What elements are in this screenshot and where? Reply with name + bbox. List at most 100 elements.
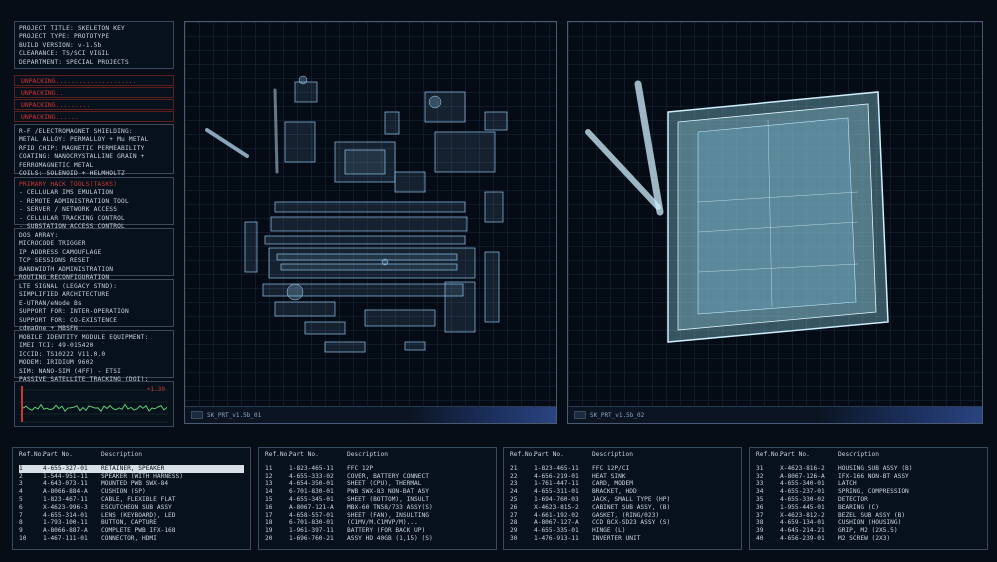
- ref-no-cell: 18: [265, 519, 273, 527]
- table-row[interactable]: 38 4-659-134-01 CUSHION (HOUSING): [756, 519, 981, 527]
- table-row[interactable]: 20 1-696-760-21 ASSY HD 40GB (1,15) (S): [265, 535, 490, 543]
- table-row[interactable]: 17 4-658-557-01 SHEET (FAN), INSULTING: [265, 512, 490, 520]
- description-cell: CARD, MODEM: [592, 480, 633, 488]
- table-row[interactable]: 40 4-656-239-01 M2 SCREW (2X3): [756, 535, 981, 543]
- viewport-exploded[interactable]: SK_PRT_v1.5b_01: [184, 21, 557, 424]
- part-no-cell: 4-659-134-01: [780, 519, 825, 527]
- table-row[interactable]: 31 X-4623-816-2 HOUSING SUB ASSY (B): [756, 465, 981, 473]
- ref-no-cell: 1: [19, 464, 23, 472]
- table-row[interactable]: 28 A-8067-127-A CCD BCX-SD23 ASSY (S): [510, 519, 735, 527]
- description-cell: CCD BCX-SD23 ASSY (S): [592, 519, 671, 527]
- table-row[interactable]: 14 6-701-830-01 PWB SWX-83 NON-BAT ASY: [265, 488, 490, 496]
- description-cell: COVER, BATTERY CONNECT: [347, 472, 429, 480]
- part-no-cell: A-8067-121-A: [289, 503, 334, 511]
- table-row[interactable]: 6 X-4623-996-3 ESCUTCHEON SUB ASSY: [19, 504, 244, 512]
- viewport-label-text: SK_PRT_v1.5b_01: [207, 411, 262, 419]
- table-row[interactable]: 23 1-761-447-11 CARD, MODEM: [510, 480, 735, 488]
- ref-no-cell: 34: [756, 488, 764, 496]
- description-cell: LENS (KEYBOARD), LED: [101, 511, 176, 519]
- table-row[interactable]: 29 4-655-335-01 HINGE (L): [510, 527, 735, 535]
- table-row[interactable]: 35 4-655-330-02 DETECTOR: [756, 496, 981, 504]
- table-row[interactable]: 3 4-643-073-11 MOUNTED PWB SWX-84: [19, 480, 244, 488]
- table-row[interactable]: 11 1-823-465-11 FFC 12P: [265, 465, 490, 473]
- table-row[interactable]: 1 4-655-327-01 RETAINER, SPEAKER: [19, 464, 244, 473]
- table-row[interactable]: 9 A-8066-887-A COMPLETE PWB IFX-168: [19, 527, 244, 535]
- assembled-model-render: [585, 80, 889, 343]
- part-no-cell: 1-823-465-11: [534, 464, 579, 472]
- part-no-cell: 4-655-314-01: [43, 511, 88, 519]
- table-row[interactable]: 24 4-655-311-01 BRACKET, HDD: [510, 488, 735, 496]
- column-header: Part No.: [534, 451, 564, 458]
- table-row[interactable]: 15 4-655-345-01 SHEET (BOTTOM), INSULT: [265, 496, 490, 504]
- table-row[interactable]: 16 A-8067-121-A MBX-60 TN58/733 ASSY(S): [265, 504, 490, 512]
- panel-line: PROJECT TYPE: PROTOTYPE: [19, 33, 110, 41]
- viewport-label-text: SK_PRT_v1.5b_02: [590, 411, 645, 419]
- ref-no-cell: 23: [510, 480, 518, 488]
- part-no-cell: 1-476-913-11: [534, 534, 579, 542]
- part-no-cell: A-8067-127-A: [534, 519, 579, 527]
- part-no-cell: A-8066-887-A: [43, 527, 88, 535]
- description-cell: CABINET SUB ASSY, (B): [592, 503, 671, 511]
- hack-tools-panel: PRIMARY HACK TOOLS(TASKS) - CELLULAR IMS …: [14, 177, 174, 230]
- table-row[interactable]: 25 1-694-760-03 JACK, SMALL TYPE (HP): [510, 496, 735, 504]
- description-cell: JACK, SMALL TYPE (HP): [592, 495, 671, 503]
- description-cell: CONNECTOR, HDMI: [101, 534, 157, 542]
- ref-no-cell: 2: [19, 472, 23, 480]
- exploded-model-render: [205, 75, 508, 353]
- signal-waveform: [22, 403, 168, 412]
- ref-no-cell: 14: [265, 488, 273, 496]
- table-header: Ref.No. Part No. Description: [756, 451, 981, 459]
- viewport-icon: [574, 411, 586, 419]
- table-row[interactable]: 12 4-655-333-02 COVER, BATTERY CONNECT: [265, 473, 490, 481]
- table-row[interactable]: 27 4-661-192-02 GASKET, (RING/023): [510, 512, 735, 520]
- description-cell: LATCH: [838, 480, 857, 488]
- description-cell: INVERTER UNIT: [592, 534, 641, 542]
- table-row[interactable]: 34 4-655-237-01 SPRING, COMPRESSION: [756, 488, 981, 496]
- mobile-identity-panel: MOBILE IDENTITY MODULE EQUIPMENT: IMEI TC…: [14, 330, 174, 391]
- ref-no-cell: 40: [756, 534, 764, 542]
- part-no-cell: 1-694-760-03: [534, 495, 579, 503]
- table-row[interactable]: 19 1-961-397-11 BATTERY (FOR BACK UP): [265, 527, 490, 535]
- panel-line: MODEM: IRIDIUM 9602: [19, 359, 94, 367]
- table-row[interactable]: 5 1-823-467-11 CABLE, FLEXIBLE FLAT: [19, 496, 244, 504]
- table-row[interactable]: 32 A-8067-126-A IFX-166 NON-BT ASSY: [756, 473, 981, 481]
- table-row[interactable]: 18 6-701-830-01 (C1MV/M.C1MVP/M)...: [265, 519, 490, 527]
- signal-marker: [21, 386, 23, 422]
- part-no-cell: 4-655-327-01: [43, 464, 88, 472]
- table-row[interactable]: 39 4-645-214-21 GRIP, M2 (2X5.5): [756, 527, 981, 535]
- ref-no-cell: 39: [756, 527, 764, 535]
- viewport-assembled[interactable]: SK_PRT_v1.5b_02: [567, 21, 983, 424]
- panel-line: MICROCODE TRIGGER: [19, 240, 86, 248]
- table-row[interactable]: 10 1-467-111-01 CONNECTOR, HDMI: [19, 535, 244, 543]
- panel-line: MOBILE IDENTITY MODULE EQUIPMENT:: [19, 334, 149, 341]
- table-row[interactable]: 2 1-544-951-11 SPEAKER (WITH HARNESS): [19, 473, 244, 481]
- table-row[interactable]: 37 X-4623-812-2 BEZEL SUB ASSY (B): [756, 512, 981, 520]
- ref-no-cell: 7: [19, 511, 23, 519]
- table-row[interactable]: 30 1-476-913-11 INVERTER UNIT: [510, 535, 735, 543]
- table-header: Ref.No. Part No. Description: [510, 451, 735, 459]
- table-row[interactable]: 33 4-655-340-01 LATCH: [756, 480, 981, 488]
- description-cell: CUSHION (SP): [101, 488, 146, 496]
- table-row[interactable]: 4 A-8066-884-A CUSHION (SP): [19, 488, 244, 496]
- panel-line: - CELLULAR TRACKING CONTROL: [19, 214, 125, 222]
- panel-line: SIM: NANO-SIM (4FF) - ETSI: [19, 367, 122, 375]
- part-no-cell: 4-655-345-01: [289, 495, 334, 503]
- table-row[interactable]: 36 1-955-445-01 BEARING (C): [756, 504, 981, 512]
- table-row[interactable]: 7 4-655-314-01 LENS (KEYBOARD), LED: [19, 512, 244, 520]
- part-no-cell: 4-645-214-21: [780, 527, 825, 535]
- dos-array-panel: DOS ARRAY: MICROCODE TRIGGER IP ADDRESS CA…: [14, 228, 174, 281]
- part-no-cell: X-4623-812-2: [780, 511, 825, 519]
- description-cell: BEARING (C): [838, 503, 879, 511]
- table-row[interactable]: 13 4-654-350-01 SHEET (CPU), THERMAL: [265, 480, 490, 488]
- ref-no-cell: 30: [510, 534, 518, 542]
- part-no-cell: 4-661-192-02: [534, 511, 579, 519]
- column-header: Ref.No.: [756, 451, 783, 458]
- table-row[interactable]: 26 X-4623-815-2 CABINET SUB ASSY, (B): [510, 504, 735, 512]
- part-no-cell: 4-643-073-11: [43, 480, 88, 488]
- panel-line: DEPARTMENT: SPECIAL PROJECTS: [19, 58, 129, 66]
- table-row[interactable]: 8 1-793-100-11 BUTTON, CAPTURE: [19, 519, 244, 527]
- description-cell: HEAT SINK: [592, 472, 626, 480]
- table-row[interactable]: 22 4-656-219-01 HEAT SINK: [510, 473, 735, 481]
- table-row[interactable]: 21 1-823-465-11 FFC 12P/CI: [510, 465, 735, 473]
- ref-no-cell: 10: [19, 534, 27, 542]
